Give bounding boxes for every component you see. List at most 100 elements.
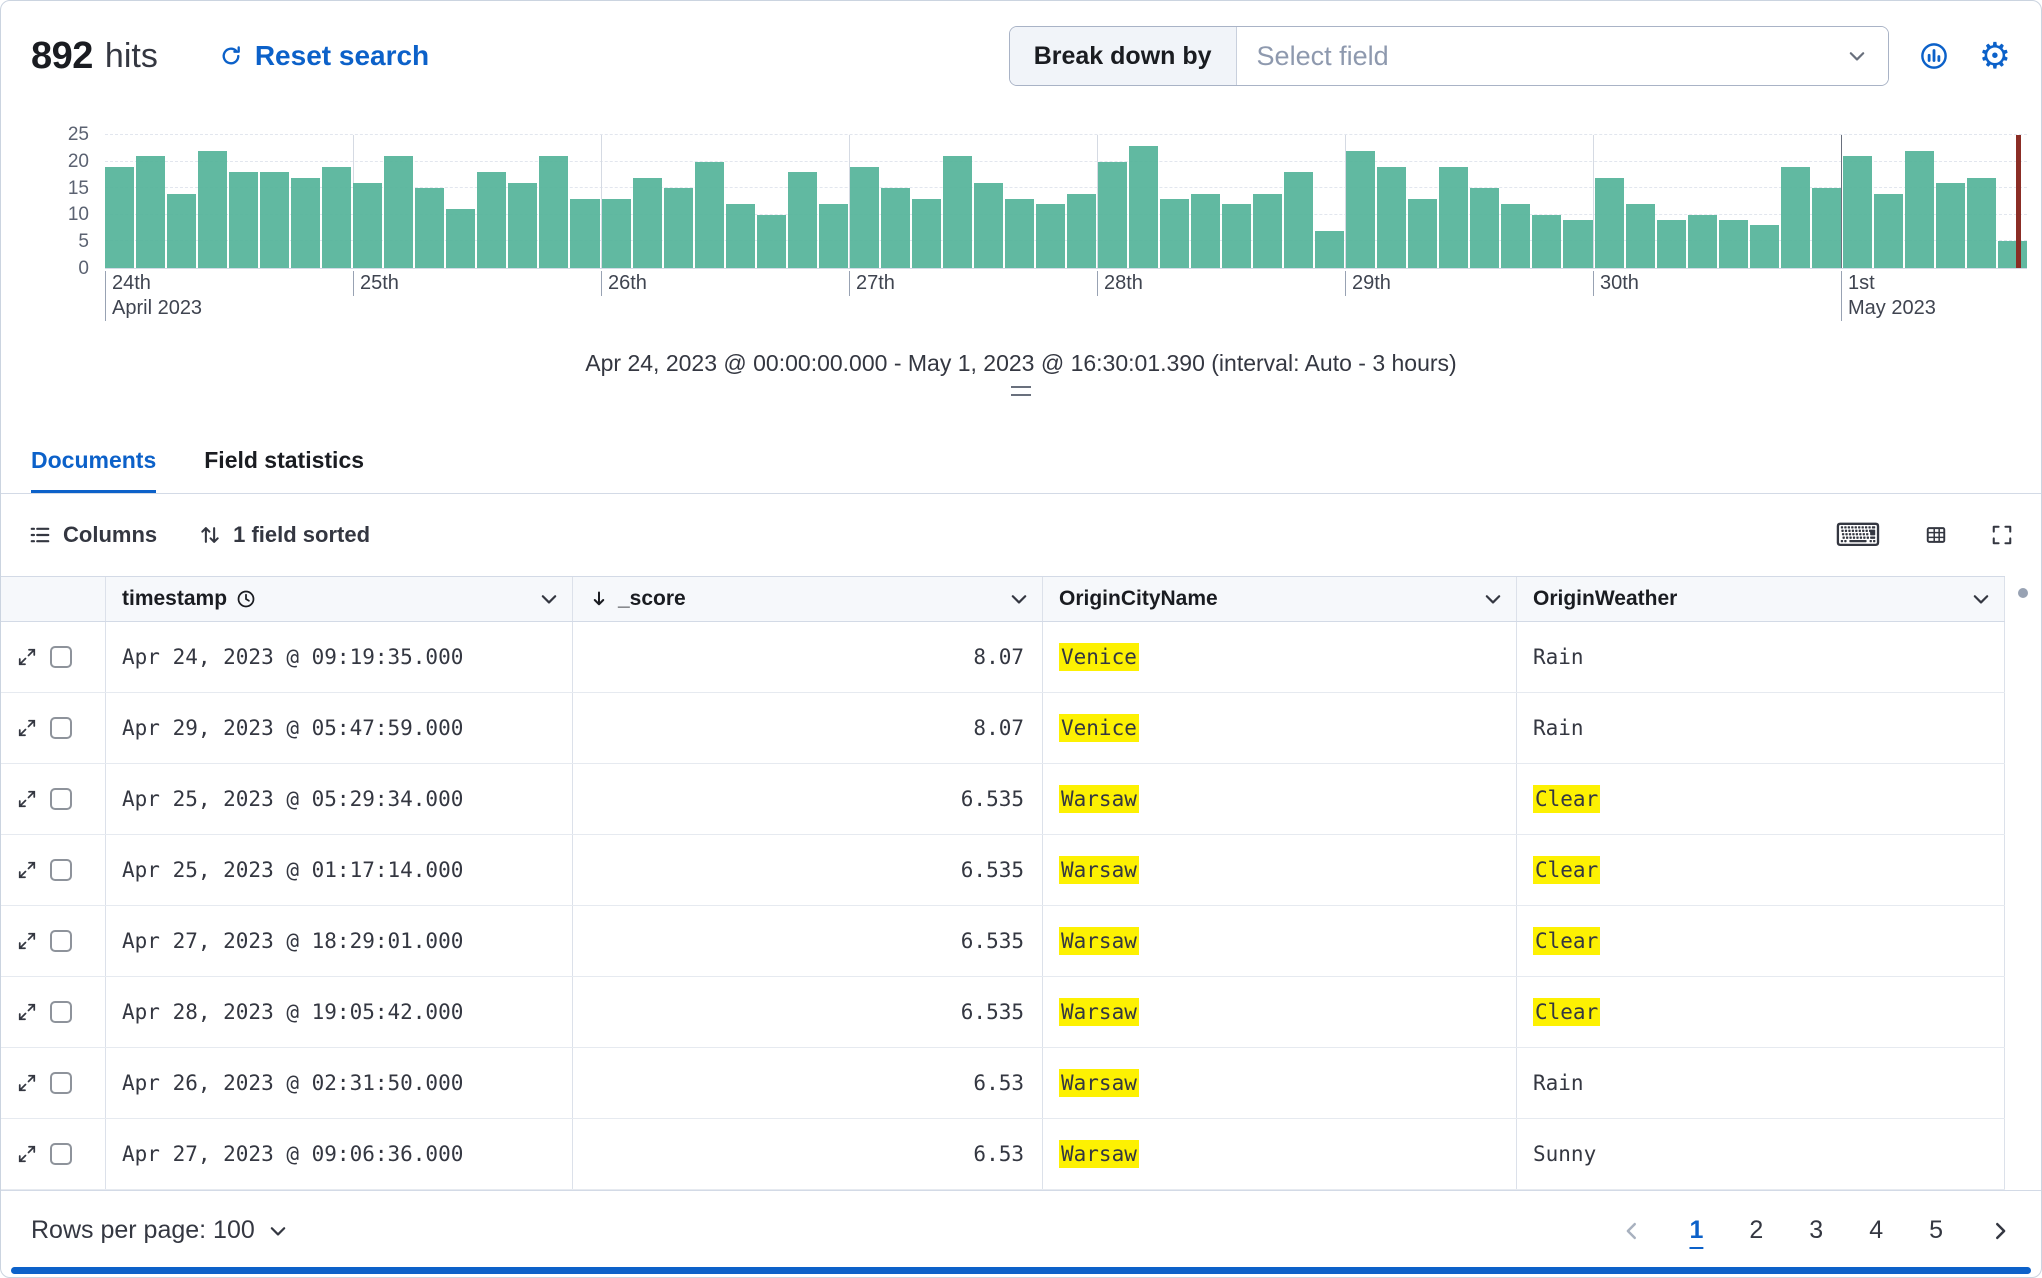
histogram-bar <box>942 156 972 268</box>
chevron-down-icon[interactable] <box>1008 588 1030 610</box>
histogram-bar <box>1842 156 1872 268</box>
expand-row-icon[interactable] <box>17 931 37 951</box>
rows-per-page-button[interactable]: Rows per page: 100 <box>31 1216 289 1245</box>
chevron-right-icon <box>1996 1222 2006 1239</box>
chevron-down-icon[interactable] <box>1482 588 1504 610</box>
display-options-button[interactable] <box>1925 524 1947 546</box>
page-button-3[interactable]: 3 <box>1809 1216 1823 1245</box>
select-row-checkbox[interactable] <box>50 1001 72 1023</box>
table-row: Apr 27, 2023 @ 09:06:36.000 6.53 Warsaw … <box>1 1119 2005 1190</box>
histogram-chart: 25 20 15 10 5 0 24th April 2023 25th 26th 27th 28t… <box>1 111 2041 346</box>
expand-row-icon[interactable] <box>17 647 37 667</box>
histogram-bar <box>136 156 166 268</box>
select-row-checkbox[interactable] <box>50 1072 72 1094</box>
header-origin-weather[interactable]: OriginWeather <box>1517 577 2005 621</box>
histogram-bar <box>880 188 910 268</box>
list-icon <box>30 527 50 543</box>
histogram-bar <box>1284 172 1314 268</box>
histogram-bar <box>725 204 755 268</box>
cell-timestamp: Apr 25, 2023 @ 05:29:34.000 <box>106 764 573 834</box>
histogram-bar <box>446 209 476 268</box>
scrollbar-thumb[interactable] <box>2018 588 2028 598</box>
histogram-bar <box>1718 220 1748 268</box>
cell-score: 6.53 <box>573 1048 1043 1118</box>
edit-visualization-button[interactable] <box>1919 41 1949 71</box>
histogram-plot[interactable] <box>105 134 2027 269</box>
tab-documents[interactable]: Documents <box>31 446 157 493</box>
header-control-cell <box>1 577 106 621</box>
reset-search-button[interactable]: Reset search <box>220 40 429 72</box>
sort-icon <box>201 527 219 543</box>
keyboard-shortcuts-button[interactable]: ⌨ <box>1835 519 1881 551</box>
histogram-bar <box>1904 150 1934 268</box>
tab-field-statistics[interactable]: Field statistics <box>204 446 364 493</box>
breakdown-field-select[interactable]: Select field <box>1236 27 1888 85</box>
row-controls <box>1 906 106 976</box>
header-origin-city[interactable]: OriginCityName <box>1043 577 1517 621</box>
page-button-1[interactable]: 1 <box>1689 1216 1703 1245</box>
page-button-5[interactable]: 5 <box>1929 1216 1943 1245</box>
histogram-bar <box>1066 193 1096 268</box>
refresh-icon <box>222 46 240 65</box>
select-row-checkbox[interactable] <box>50 717 72 739</box>
histogram-bar <box>787 172 817 268</box>
pagination: 1 2 3 4 5 <box>1621 1216 2011 1245</box>
grid-icon <box>1926 527 1946 543</box>
sorted-fields-button[interactable]: 1 field sorted <box>199 522 370 548</box>
histogram-x-axis: 24th April 2023 25th 26th 27th 28th 29th 30th 1s… <box>105 271 2027 341</box>
x-tick-label: 26th <box>601 271 647 296</box>
expand-row-icon[interactable] <box>17 1144 37 1164</box>
rows-per-page-label: Rows per page: 100 <box>31 1216 255 1244</box>
select-row-checkbox[interactable] <box>50 1143 72 1165</box>
select-row-checkbox[interactable] <box>50 788 72 810</box>
fullscreen-icon <box>1992 525 2012 545</box>
select-row-checkbox[interactable] <box>50 859 72 881</box>
table-row: Apr 25, 2023 @ 01:17:14.000 6.535 Warsaw… <box>1 835 2005 906</box>
histogram-bar <box>291 177 321 268</box>
cell-origin-weather: Rain <box>1517 622 2005 692</box>
columns-button[interactable]: Columns <box>29 522 157 548</box>
row-controls <box>1 693 106 763</box>
select-row-checkbox[interactable] <box>50 646 72 668</box>
sort-desc-icon <box>593 591 605 606</box>
page-button-2[interactable]: 2 <box>1749 1216 1763 1245</box>
expand-row-icon[interactable] <box>17 860 37 880</box>
histogram-bar <box>756 214 786 268</box>
x-tick-label: 24th April 2023 <box>105 271 202 321</box>
fullscreen-button[interactable] <box>1991 524 2013 546</box>
y-tick-label: 15 <box>67 177 89 199</box>
time-range-end-marker <box>2016 135 2021 268</box>
expand-row-icon[interactable] <box>17 1073 37 1093</box>
resize-handle[interactable] <box>1011 386 1031 396</box>
header-score[interactable]: _score <box>573 577 1043 621</box>
histogram-bar <box>384 156 414 268</box>
histogram-bar <box>198 150 228 268</box>
expand-row-icon[interactable] <box>17 1002 37 1022</box>
previous-page-button[interactable] <box>1621 1220 1643 1242</box>
header-timestamp[interactable]: timestamp <box>106 577 573 621</box>
row-controls <box>1 622 106 692</box>
cell-timestamp: Apr 29, 2023 @ 05:47:59.000 <box>106 693 573 763</box>
histogram-bar <box>1780 166 1810 268</box>
cell-score: 6.535 <box>573 835 1043 905</box>
expand-row-icon[interactable] <box>17 789 37 809</box>
cell-origin-city: Venice <box>1043 622 1517 692</box>
y-tick-label: 10 <box>67 204 89 226</box>
histogram-bar <box>1439 166 1469 268</box>
select-row-checkbox[interactable] <box>50 930 72 952</box>
timestamp-column-label: timestamp <box>122 587 228 610</box>
table-row: Apr 29, 2023 @ 05:47:59.000 8.07 Venice … <box>1 693 2005 764</box>
histogram-y-axis: 25 20 15 10 5 0 <box>1 124 89 279</box>
histogram-bar <box>353 182 383 268</box>
chevron-down-icon[interactable] <box>1970 588 1992 610</box>
page-button-4[interactable]: 4 <box>1869 1216 1883 1245</box>
cell-timestamp: Apr 25, 2023 @ 01:17:14.000 <box>106 835 573 905</box>
x-tick-label: 27th <box>849 271 895 296</box>
chart-options-button[interactable]: ⚙ <box>1979 38 2011 74</box>
next-page-button[interactable] <box>1989 1220 2011 1242</box>
chevron-left-icon <box>1627 1222 1637 1239</box>
chevron-down-icon[interactable] <box>538 588 560 610</box>
table-row: Apr 25, 2023 @ 05:29:34.000 6.535 Warsaw… <box>1 764 2005 835</box>
table-row: Apr 27, 2023 @ 18:29:01.000 6.535 Warsaw… <box>1 906 2005 977</box>
expand-row-icon[interactable] <box>17 718 37 738</box>
